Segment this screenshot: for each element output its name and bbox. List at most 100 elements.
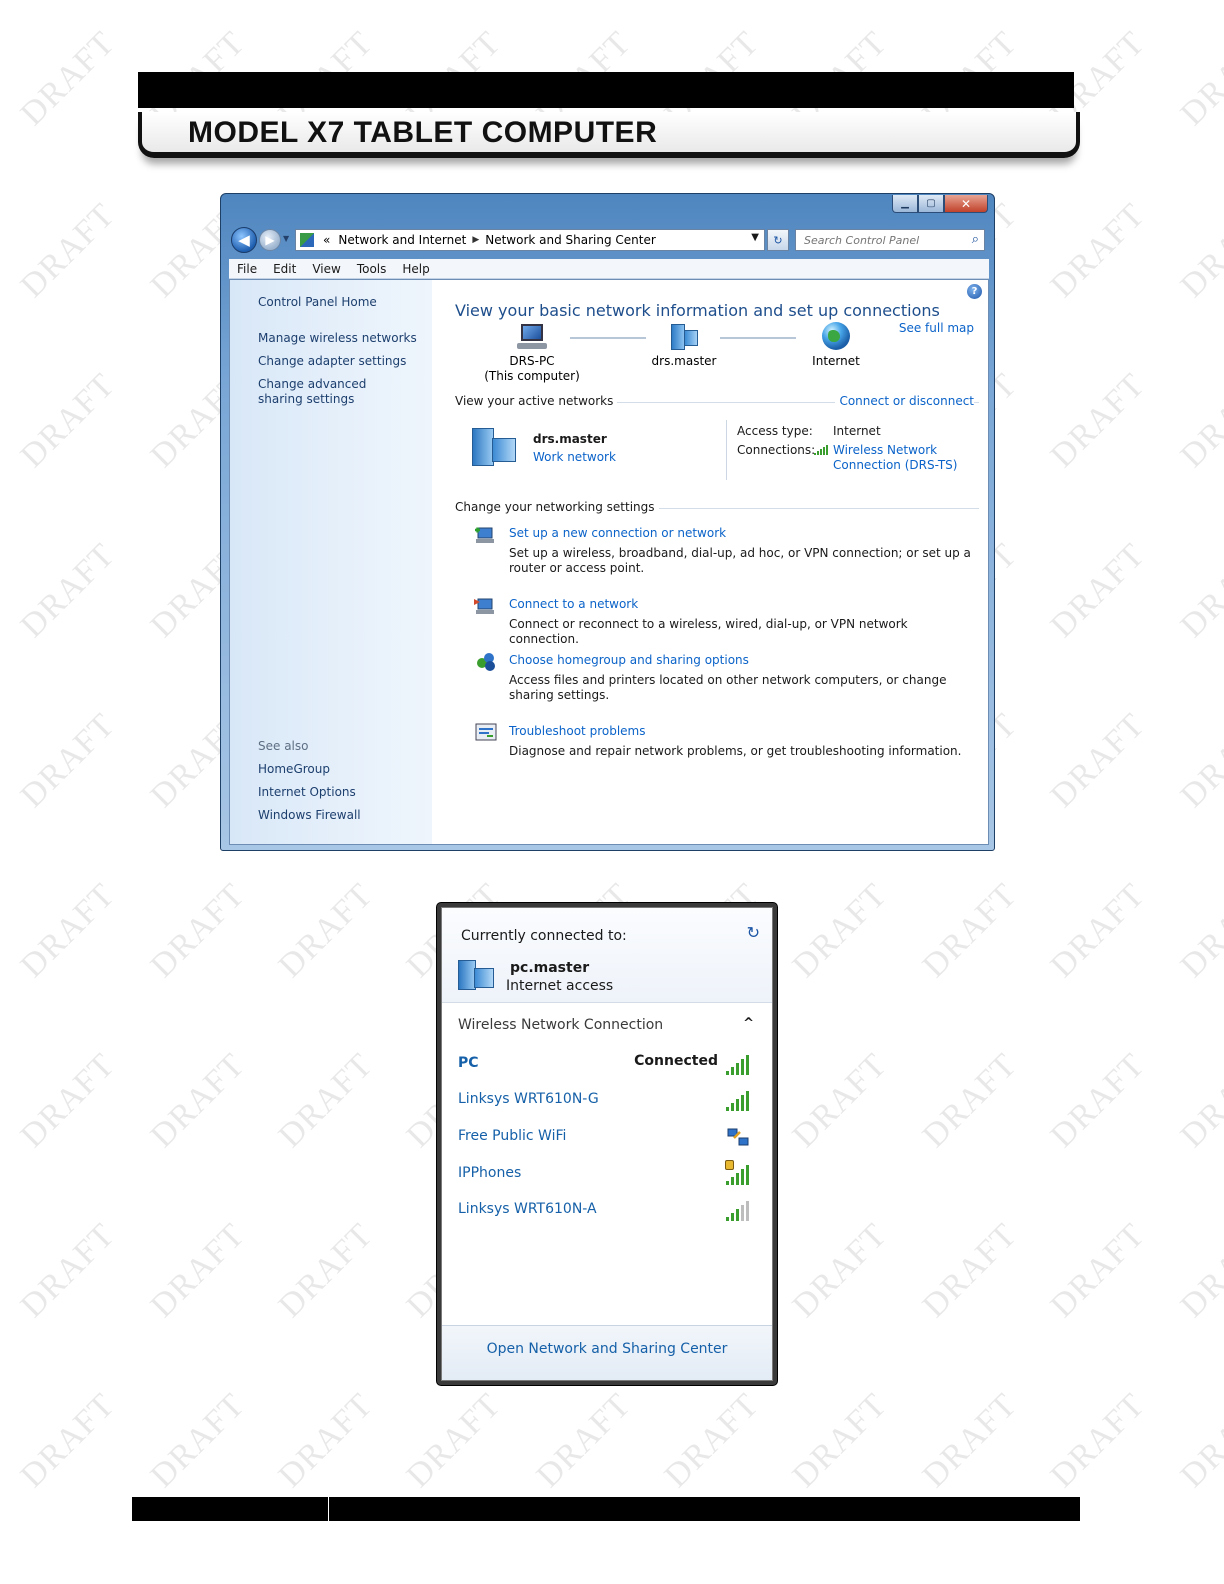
draft-watermark: DRAFT [1173,24,1224,133]
maximize-button[interactable]: ▢ [918,195,944,213]
wifi-signal-icon [814,445,828,455]
network-icon [669,324,699,350]
page-heading: View your basic network information and … [455,301,940,320]
connections-label: Connections: [737,443,816,457]
page-footer-bar [132,1497,1080,1521]
close-icon: ✕ [960,196,972,211]
access-type-label: Access type: [737,424,813,438]
wireless-network-item[interactable]: IPPhones [458,1160,758,1187]
draft-watermark: DRAFT [13,876,123,985]
search-icon[interactable]: ⌕ [972,232,979,247]
secured-signal-icon [725,1160,752,1185]
forward-button[interactable]: ▶ [259,229,281,251]
see-full-map-link[interactable]: See full map [899,321,974,335]
draft-watermark: DRAFT [1043,1216,1153,1325]
breadcrumb-separator-icon[interactable]: ▶ [472,235,479,245]
change-advanced-sharing-settings-link[interactable]: Change advanced sharing settings [258,377,408,407]
windows-firewall-link[interactable]: Windows Firewall [258,808,428,823]
draft-watermark: DRAFT [1043,706,1153,815]
draft-watermark: DRAFT [1043,536,1153,645]
wireless-network-item[interactable]: Linksys WRT610N-A [458,1199,758,1223]
draft-watermark: DRAFT [271,1386,381,1495]
setup-new-connection-link[interactable]: Set up a new connection or network [509,526,726,540]
wireless-network-item[interactable]: Linksys WRT610N-G [458,1089,758,1113]
connect-or-disconnect-link[interactable]: Connect or disconnect [835,394,974,408]
internet-globe-icon [822,322,850,350]
vertical-divider [726,420,727,480]
network-type-link[interactable]: Work network [533,450,616,464]
wireless-connection-header[interactable]: Wireless Network Connection [458,1017,663,1033]
breadcrumb-overflow[interactable]: « [323,233,330,247]
map-node-internet[interactable]: Internet [792,322,880,369]
networking-settings-label: Change your networking settings [455,500,659,514]
refresh-icon: ↻ [773,233,783,247]
wireless-connection-link[interactable]: Wireless Network Connection (DRS-TS) [833,443,957,473]
control-panel-home-link[interactable]: Control Panel Home [258,295,428,310]
draft-watermark: DRAFT [915,1216,1025,1325]
breadcrumb-network-and-internet[interactable]: Network and Internet [338,233,466,247]
draft-watermark: DRAFT [1173,876,1224,985]
manage-wireless-networks-link[interactable]: Manage wireless networks [258,331,428,346]
map-node-network[interactable]: drs.master [634,324,734,369]
menu-bar: File Edit View Tools Help [229,259,989,279]
change-adapter-settings-link[interactable]: Change adapter settings [258,354,428,369]
network-sharing-center-window: ▁ ▢ ✕ ◀ ▶ ▼ « Network and Internet ▶ Net… [220,193,995,851]
chevron-up-icon[interactable]: ^ [743,1016,754,1031]
draft-watermark: DRAFT [13,24,123,133]
connection-status: Connected [634,1053,718,1069]
minimize-button[interactable]: ▁ [892,195,918,213]
active-networks-label: View your active networks [455,394,618,408]
recent-pages-dropdown[interactable]: ▼ [283,234,289,243]
menu-edit[interactable]: Edit [265,262,304,276]
map-node-this-computer[interactable]: DRS-PC (This computer) [480,324,584,384]
see-also-label: See also [258,739,309,753]
address-bar[interactable]: « Network and Internet ▶ Network and Sha… [295,229,765,251]
open-network-sharing-center-link[interactable]: Open Network and Sharing Center [442,1341,772,1357]
page-title: MODEL X7 TABLET COMPUTER [188,116,658,149]
currently-connected-label: Currently connected to: [461,928,627,944]
wireless-network-item[interactable]: PC Connected [458,1053,758,1077]
back-button[interactable]: ◀ [231,227,257,253]
draft-watermark: DRAFT [143,1386,253,1495]
draft-watermark: DRAFT [13,1386,123,1495]
draft-watermark: DRAFT [657,1386,767,1495]
homegroup-icon [477,653,495,671]
internet-options-link[interactable]: Internet Options [258,785,428,800]
access-type-value: Internet [833,424,881,438]
draft-watermark: DRAFT [399,1386,509,1495]
current-network-name: pc.master [510,960,590,976]
page-header-bar [138,72,1074,108]
computer-icon [517,324,547,350]
homegroup-link[interactable]: HomeGroup [258,762,428,777]
homegroup-sharing-link[interactable]: Choose homegroup and sharing options [509,653,749,667]
search-input[interactable] [802,232,962,248]
search-box[interactable]: ⌕ [795,229,985,251]
menu-help[interactable]: Help [394,262,437,276]
title-bar: ▁ ▢ ✕ [221,194,994,218]
menu-tools[interactable]: Tools [349,262,395,276]
troubleshoot-link[interactable]: Troubleshoot problems [509,724,645,738]
draft-watermark: DRAFT [13,706,123,815]
homegroup-sharing-description: Access files and printers located on oth… [509,673,947,702]
active-network-name: drs.master [533,432,607,446]
address-dropdown-icon[interactable]: ▼ [751,232,759,243]
task-pane: Control Panel Home Manage wireless netwo… [230,280,432,844]
menu-view[interactable]: View [304,262,348,276]
new-connection-icon [475,527,494,543]
draft-watermark: DRAFT [271,1216,381,1325]
footer-divider [328,1497,329,1521]
flyout-footer: Open Network and Sharing Center [442,1325,772,1380]
refresh-button[interactable]: ↻ [767,229,789,251]
refresh-icon[interactable]: ↻ [747,923,760,942]
map-connector-line [720,337,796,339]
help-icon[interactable]: ? [967,284,982,299]
breadcrumb-network-and-sharing-center[interactable]: Network and Sharing Center [485,233,656,247]
setup-new-connection-description: Set up a wireless, broadband, dial-up, a… [509,546,971,575]
connect-to-network-link[interactable]: Connect to a network [509,597,638,611]
draft-watermark: DRAFT [785,1386,895,1495]
menu-file[interactable]: File [229,262,265,276]
signal-strength-icon [726,1199,752,1221]
close-button[interactable]: ✕ [944,195,988,213]
troubleshoot-description: Diagnose and repair network problems, or… [509,744,962,758]
wireless-network-item[interactable]: Free Public WiFi [458,1126,758,1150]
